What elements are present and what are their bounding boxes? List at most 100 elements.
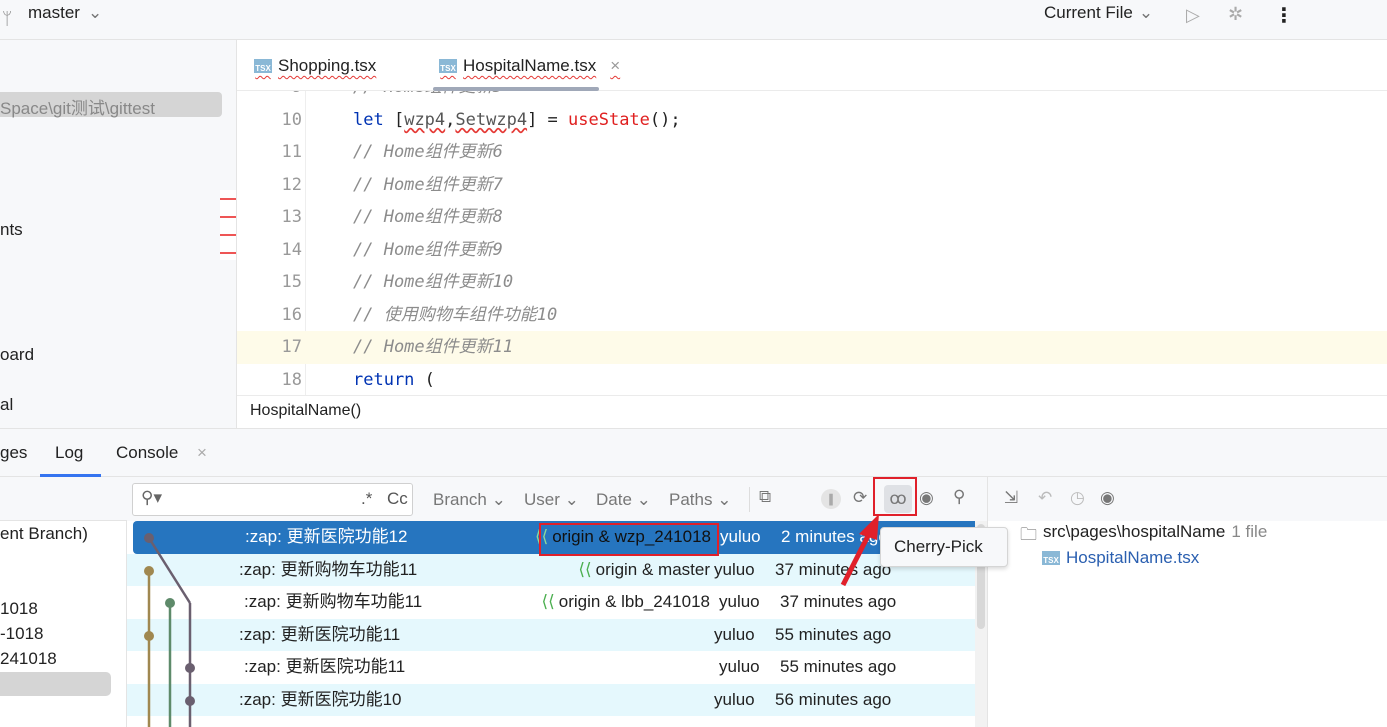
changed-folder[interactable]: 🗀 src\pages\hospitalName 1 file	[1020, 522, 1267, 551]
tab-changes[interactable]: ges	[0, 443, 27, 463]
filter-date[interactable]: Date ⌄	[596, 490, 651, 510]
code-line[interactable]: 17 // Home组件更新11	[237, 331, 1387, 364]
tab-shopping[interactable]: TSX Shopping.tsx	[254, 56, 376, 76]
code-text: return (	[353, 369, 435, 390]
pause-icon[interactable]: ∥	[821, 489, 841, 509]
commit-message: :zap: 更新医院功能12	[245, 527, 408, 546]
changed-file[interactable]: TSX HospitalName.tsx	[1042, 548, 1199, 568]
commit-row[interactable]: :zap: 更新医院功能11 yuluo 55 minutes ago	[132, 651, 975, 684]
code-line[interactable]: 15 // Home组件更新10	[237, 266, 1387, 299]
line-number: 16	[281, 304, 302, 325]
code-text: // Home组件更新8	[353, 207, 503, 227]
commit-message: :zap: 更新医院功能10	[239, 689, 402, 709]
commit-author: yuluo	[714, 559, 755, 579]
branch-item[interactable]: -1018	[0, 624, 43, 644]
commit-author: yuluo	[720, 527, 761, 546]
eye-icon[interactable]: ◉	[919, 488, 934, 508]
folder-icon: 🗀	[1020, 525, 1037, 544]
refresh-icon[interactable]: ⟳	[853, 488, 867, 508]
branch-item[interactable]: 1018	[0, 599, 38, 619]
line-number: 14	[281, 239, 302, 260]
tab-console[interactable]: Console	[116, 443, 178, 463]
commit-node	[165, 598, 175, 608]
tab-log[interactable]: Log	[55, 443, 83, 463]
commit-row[interactable]: :zap: 更新购物车功能11 ⟨⟨ origin & lbb_241018 yulu…	[132, 586, 975, 619]
code-line[interactable]: 12 // Home组件更新7	[237, 169, 1387, 202]
tsx-file-icon: TSX	[254, 59, 272, 73]
branch-label: ⟨⟨ origin & master	[578, 554, 710, 587]
commit-message: :zap: 更新购物车功能11	[244, 592, 423, 611]
commit-graph	[144, 533, 195, 727]
tree-item[interactable]: oard	[0, 345, 34, 365]
commit-details-panel: ⇲ ↶ ◷ ◉ 🗀 src\pages\hospitalName 1 file TS…	[987, 477, 1387, 727]
log-search-input[interactable]: ⚲▾ .* Cc	[132, 483, 413, 516]
close-icon[interactable]: ×	[197, 443, 207, 463]
commit-date: 55 minutes ago	[775, 624, 892, 644]
line-number: 11	[281, 142, 302, 162]
cherry-pick-tooltip: Cherry-Pick	[880, 527, 1008, 567]
code-line[interactable]: 18 return (	[237, 364, 1387, 396]
tree-item[interactable]: nts	[0, 220, 23, 240]
commit-date: 37 minutes ago	[780, 592, 897, 611]
close-icon[interactable]: ×	[610, 56, 620, 76]
debug-icon[interactable]: ✲	[1228, 4, 1243, 25]
code-line[interactable]: 16 // 使用购物车组件功能10	[237, 299, 1387, 332]
commit-message: :zap: 更新购物车功能11	[239, 559, 418, 579]
commit-message: :zap: 更新医院功能11	[244, 657, 406, 676]
code-line[interactable]: 14 // Home组件更新9	[237, 234, 1387, 267]
code-text: // Home组件更新7	[353, 174, 503, 195]
more-icon[interactable]: ⋮	[1274, 3, 1294, 28]
filter-user[interactable]: User ⌄	[524, 490, 579, 510]
chevron-down-icon: ⌄	[1138, 3, 1154, 22]
annotation-box	[539, 523, 719, 556]
code-line[interactable]: 13 // Home组件更新8	[237, 201, 1387, 234]
project-path: Space\git测试\gittest	[0, 99, 155, 118]
run-icon[interactable]: ▷	[1186, 5, 1200, 26]
run-config-selector[interactable]: Current File ⌄	[1044, 3, 1153, 23]
code-line[interactable]: 10 let [wzp4,Setwzp4] = useState();	[237, 104, 1387, 137]
branch-item[interactable]: 241018	[0, 649, 57, 669]
breadcrumb[interactable]: HospitalName()	[237, 395, 1387, 428]
commit-row[interactable]: :zap: 更新医院功能10 yuluo 56 minutes ago	[127, 683, 975, 716]
commit-node	[185, 696, 195, 706]
project-root-item[interactable]: Space\git测试\gittest	[0, 92, 222, 118]
branch-item[interactable]: ent Branch)	[0, 524, 88, 544]
new-tab-icon[interactable]: ⧉	[759, 487, 771, 507]
commit-author: yuluo	[714, 624, 755, 644]
revert-icon[interactable]: ↶	[1038, 488, 1052, 508]
commit-node	[144, 533, 154, 543]
commit-date: 55 minutes ago	[780, 657, 897, 676]
eye-icon[interactable]: ◉	[1100, 488, 1115, 508]
change-markers	[220, 190, 236, 260]
match-case-toggle[interactable]: Cc	[387, 489, 408, 509]
regex-toggle[interactable]: .*	[361, 489, 372, 509]
tsx-file-icon: TSX	[1042, 551, 1060, 565]
collapse-icon[interactable]: ⇲	[1004, 488, 1018, 508]
search-icon[interactable]: ⚲	[953, 487, 965, 507]
commit-node	[144, 566, 154, 576]
code-text: // Home组件更新9	[353, 239, 503, 260]
history-icon[interactable]: ◷	[1070, 488, 1085, 508]
tab-hospitalname[interactable]: TSX HospitalName.tsx ×	[439, 56, 620, 76]
breadcrumb-item[interactable]: HospitalName()	[250, 402, 361, 419]
search-icon: ⚲▾	[141, 488, 162, 507]
code-text: // Home组件更新11	[353, 337, 514, 357]
tree-item[interactable]: al	[0, 395, 13, 415]
chevron-down-icon: ⌄	[87, 3, 103, 22]
filter-paths[interactable]: Paths ⌄	[669, 490, 731, 510]
tsx-file-icon: TSX	[439, 59, 457, 73]
code-text: let [wzp4,Setwzp4] = useState();	[353, 109, 681, 130]
branch-selector[interactable]: master ⌄	[28, 3, 102, 23]
code-editor[interactable]: 9// Home组件更新5 10let [wzp4,Setwzp4] = use…	[237, 91, 1387, 395]
filter-branch[interactable]: Branch ⌄	[433, 490, 506, 510]
branch-item-selected[interactable]	[0, 672, 111, 696]
annotation-arrow	[840, 514, 879, 587]
commit-row[interactable]: :zap: 更新医院功能11 yuluo 55 minutes ago	[127, 618, 975, 651]
commit-author: yuluo	[714, 689, 755, 709]
code-line[interactable]: 11 // Home组件更新6	[237, 136, 1387, 169]
commit-node	[185, 663, 195, 673]
code-text: // Home组件更新6	[353, 142, 503, 162]
line-number: 17	[281, 337, 302, 357]
commit-author: yuluo	[719, 657, 760, 676]
line-number: 13	[281, 207, 302, 227]
